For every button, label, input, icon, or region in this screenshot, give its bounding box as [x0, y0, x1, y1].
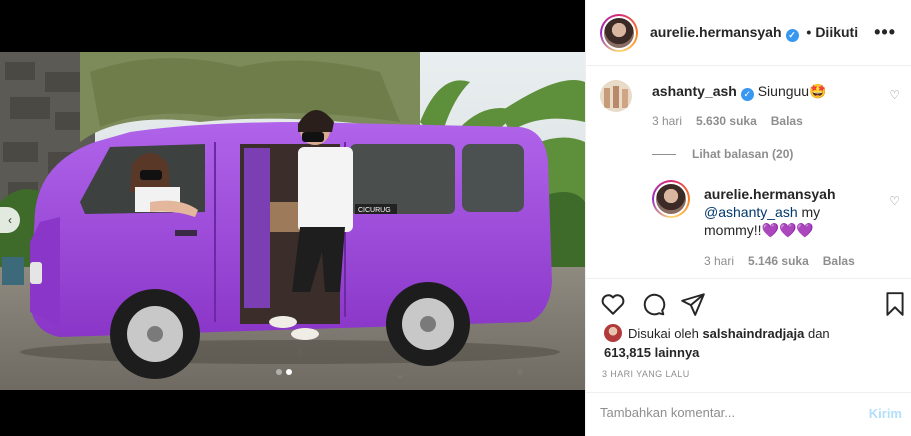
- add-comment-bar: Kirim: [586, 392, 911, 436]
- comment-meta: 3 hari 5.630 suka Balas: [652, 114, 803, 128]
- view-replies-label: Lihat balasan (20): [692, 147, 794, 161]
- view-replies-button[interactable]: Lihat balasan (20): [652, 147, 793, 161]
- liker-username[interactable]: salshaindradjaja: [702, 326, 804, 341]
- follow-status-button[interactable]: Diikuti: [815, 24, 858, 40]
- post-photo[interactable]: CICURUG: [0, 52, 585, 390]
- likes-summary: Disukai oleh salshaindradjaja dan 613,81…: [604, 324, 854, 362]
- reply-avatar[interactable]: [652, 180, 690, 218]
- like-comment-heart-icon[interactable]: ♡: [889, 88, 900, 102]
- post-comment-button[interactable]: Kirim: [869, 406, 902, 421]
- reply-time[interactable]: 3 hari: [704, 254, 734, 268]
- reply-button[interactable]: Balas: [771, 114, 803, 128]
- comment-username[interactable]: ashanty_ash: [652, 83, 737, 99]
- reply-meta: 3 hari 5.146 suka Balas: [704, 254, 855, 268]
- action-bar: [586, 278, 911, 326]
- media-area: CICURUG ‹: [0, 0, 585, 436]
- comment-content: Siunguu🤩: [757, 83, 827, 99]
- verified-badge-icon: ✓: [740, 87, 754, 101]
- more-options-icon[interactable]: •••: [874, 22, 896, 43]
- carousel-dot: [276, 369, 282, 375]
- chevron-left-icon: ‹: [8, 213, 12, 227]
- reply-reply-button[interactable]: Balas: [823, 254, 855, 268]
- author-username[interactable]: aurelie.hermansyah: [650, 24, 782, 40]
- carousel-dot-active: [286, 369, 292, 375]
- author-line: aurelie.hermansyah ✓ • Diikuti: [650, 24, 858, 42]
- carousel-indicator: [276, 369, 292, 375]
- comment-input[interactable]: [600, 405, 840, 420]
- van-photo-illustration: CICURUG: [0, 52, 585, 390]
- verified-badge-icon: ✓: [785, 28, 799, 42]
- likes-count[interactable]: 613,815 lainnya: [604, 345, 699, 360]
- reply-mention[interactable]: @ashanty_ash: [704, 204, 798, 220]
- author-avatar[interactable]: [600, 13, 638, 52]
- likes-conj: dan: [807, 326, 830, 341]
- comment-likes[interactable]: 5.630 suka: [696, 114, 757, 128]
- commenter-avatar[interactable]: [600, 80, 632, 112]
- comment-text: ashanty_ash ✓ Siunguu🤩: [652, 82, 872, 101]
- reply-likes[interactable]: 5.146 suka: [748, 254, 809, 268]
- like-reply-heart-icon[interactable]: ♡: [889, 194, 900, 208]
- separator: •: [806, 23, 812, 40]
- bookmark-icon[interactable]: [882, 291, 908, 317]
- post-side-panel: aurelie.hermansyah ✓ • Diikuti ••• ashanty…: [585, 0, 911, 436]
- likes-prefix: Disukai oleh: [628, 326, 699, 341]
- heart-icon[interactable]: [600, 291, 626, 317]
- post-header: aurelie.hermansyah ✓ • Diikuti •••: [586, 0, 911, 66]
- instagram-post-view: CICURUG ‹ aurelie.hermansyah ✓ • Diikuti •…: [0, 0, 911, 436]
- reply-username[interactable]: aurelie.hermansyah: [704, 186, 836, 202]
- liker-avatar[interactable]: [604, 324, 622, 342]
- comment-icon[interactable]: [640, 291, 666, 317]
- replies-divider: [652, 153, 676, 155]
- comment-time[interactable]: 3 hari: [652, 114, 682, 128]
- svg-text:CICURUG: CICURUG: [358, 207, 391, 214]
- reply-text: aurelie.hermansyah @ashanty_ash my mommy…: [704, 185, 874, 239]
- share-icon[interactable]: [680, 291, 706, 317]
- post-timestamp[interactable]: 3 HARI YANG LALU: [602, 369, 690, 379]
